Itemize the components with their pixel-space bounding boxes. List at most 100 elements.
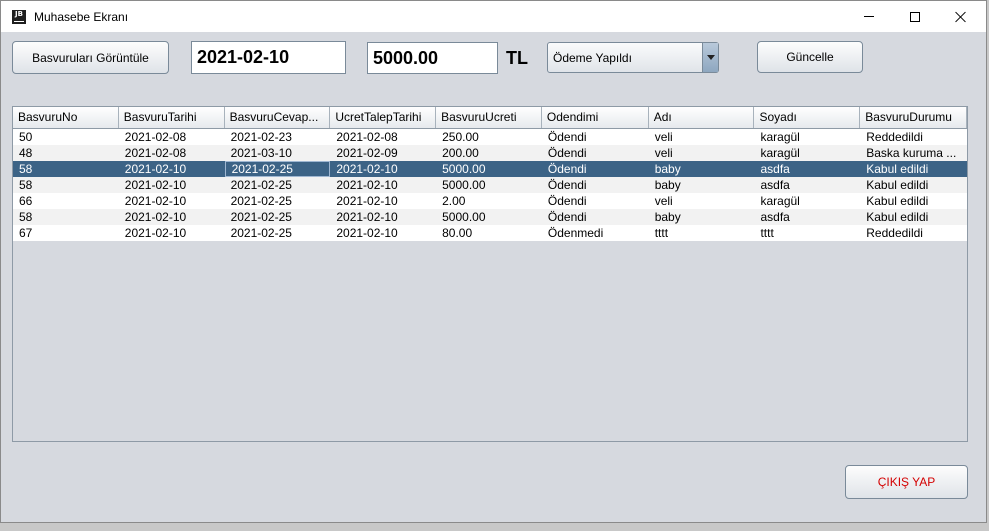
table-cell[interactable]: karagül	[754, 129, 860, 145]
dropdown-button[interactable]	[702, 43, 718, 72]
table-header: BasvuruNo BasvuruTarihi BasvuruCevap... Ucr…	[13, 107, 967, 129]
table-row[interactable]: 58 2021-02-10 2021-02-25 2021-02-10 5000.00 Ö…	[13, 161, 967, 177]
table-cell[interactable]: 2021-02-09	[330, 145, 436, 161]
column-header[interactable]: BasvuruUcreti	[436, 107, 542, 128]
table-cell[interactable]: Kabul edildi	[860, 177, 967, 193]
table-row[interactable]: 58 2021-02-10 2021-02-25 2021-02-10 5000.00 Ö…	[13, 209, 967, 225]
column-header[interactable]: Odendimi	[542, 107, 649, 128]
column-header[interactable]: UcretTalepTarihi	[330, 107, 437, 128]
table-cell[interactable]: 2021-02-10	[330, 225, 436, 241]
title-bar[interactable]: JB Muhasebe Ekranı	[1, 1, 986, 32]
table-cell[interactable]: Ödendi	[542, 209, 649, 225]
table-cell[interactable]: 2021-02-25	[224, 161, 331, 177]
table-cell[interactable]: Ödendi	[542, 145, 649, 161]
table-cell[interactable]: 2021-02-10	[119, 177, 225, 193]
table-cell[interactable]: veli	[649, 193, 755, 209]
column-header[interactable]: BasvuruCevap...	[225, 107, 331, 128]
table-cell[interactable]: tttt	[649, 225, 755, 241]
minimize-button[interactable]	[846, 1, 892, 32]
payment-status-select[interactable]: Ödeme Yapıldı	[547, 42, 719, 73]
window-title: Muhasebe Ekranı	[34, 10, 129, 24]
table-cell[interactable]: asdfa	[754, 177, 860, 193]
table-row[interactable]: 50 2021-02-08 2021-02-23 2021-02-08 250.00 Öd…	[13, 129, 967, 145]
column-header[interactable]: Soyadı	[754, 107, 861, 128]
table-cell[interactable]: tttt	[754, 225, 860, 241]
table-cell[interactable]: 2021-02-10	[330, 177, 436, 193]
amount-field[interactable]: 5000.00	[367, 42, 498, 74]
exit-button[interactable]: ÇIKIŞ YAP	[845, 465, 968, 499]
table-cell[interactable]: veli	[649, 145, 755, 161]
table-cell[interactable]: 58	[13, 177, 119, 193]
table-cell[interactable]: 58	[13, 161, 119, 177]
table-body: 50 2021-02-08 2021-02-23 2021-02-08 250.00 Öd…	[13, 129, 967, 241]
table-cell[interactable]: 2021-02-10	[119, 209, 225, 225]
table-cell[interactable]: 48	[13, 145, 119, 161]
table-cell[interactable]: 2021-02-23	[225, 129, 331, 145]
table-cell[interactable]: Ödenmedi	[542, 225, 649, 241]
close-button[interactable]	[938, 1, 984, 32]
table-cell[interactable]: baby	[649, 161, 755, 177]
table-cell[interactable]: 2021-02-10	[330, 193, 436, 209]
table-cell[interactable]: 2021-02-08	[330, 129, 436, 145]
table-cell[interactable]: 66	[13, 193, 119, 209]
view-applications-button[interactable]: Basvuruları Görüntüle	[12, 41, 169, 74]
table-cell[interactable]: 2021-02-25	[225, 177, 331, 193]
table-cell[interactable]: 250.00	[436, 129, 542, 145]
applications-table[interactable]: BasvuruNo BasvuruTarihi BasvuruCevap... Ucr…	[12, 106, 968, 442]
table-cell[interactable]: 2021-02-10	[119, 225, 225, 241]
table-cell[interactable]: Ödendi	[542, 129, 649, 145]
table-cell[interactable]: 5000.00	[436, 177, 542, 193]
table-cell[interactable]: 2021-02-10	[119, 193, 225, 209]
table-cell[interactable]: 67	[13, 225, 119, 241]
table-cell[interactable]: baby	[649, 177, 755, 193]
table-cell[interactable]: 2021-02-10	[119, 161, 225, 177]
table-cell[interactable]: 2021-02-25	[225, 193, 331, 209]
date-field[interactable]: 2021-02-10	[191, 41, 346, 74]
table-cell[interactable]: karagül	[754, 145, 860, 161]
table-cell[interactable]: 2021-02-10	[330, 209, 436, 225]
table-cell[interactable]: 5000.00	[436, 209, 542, 225]
close-icon	[955, 11, 967, 23]
column-header[interactable]: BasvuruTarihi	[119, 107, 225, 128]
chevron-down-icon	[706, 55, 715, 60]
table-cell[interactable]: Baska kuruma ...	[860, 145, 967, 161]
table-cell[interactable]: 2021-02-08	[119, 145, 225, 161]
column-header[interactable]: BasvuruDurumu	[860, 107, 967, 128]
table-cell[interactable]: karagül	[754, 193, 860, 209]
table-cell[interactable]: 2021-02-25	[225, 225, 331, 241]
column-header[interactable]: BasvuruNo	[13, 107, 119, 128]
table-cell[interactable]: 200.00	[436, 145, 542, 161]
table-cell[interactable]: Kabul edildi	[860, 161, 967, 177]
table-row[interactable]: 48 2021-02-08 2021-03-10 2021-02-09 200.00 Öd…	[13, 145, 967, 161]
table-row[interactable]: 58 2021-02-10 2021-02-25 2021-02-10 5000.00 Ö…	[13, 177, 967, 193]
column-header[interactable]: Adı	[649, 107, 755, 128]
table-cell[interactable]: veli	[649, 129, 755, 145]
table-cell[interactable]: 58	[13, 209, 119, 225]
table-cell[interactable]: Ödendi	[542, 177, 649, 193]
update-button[interactable]: Güncelle	[757, 41, 863, 73]
table-cell[interactable]: Kabul edildi	[860, 209, 967, 225]
table-cell[interactable]: 2021-02-08	[119, 129, 225, 145]
accounting-window: JB Muhasebe Ekranı Basvuruları Görüntüle…	[0, 0, 987, 523]
table-cell[interactable]: asdfa	[754, 209, 860, 225]
maximize-button[interactable]	[892, 1, 938, 32]
java-app-icon: JB	[12, 10, 26, 24]
table-cell[interactable]: 80.00	[436, 225, 542, 241]
table-cell[interactable]: Ödendi	[542, 193, 649, 209]
table-cell[interactable]: 50	[13, 129, 119, 145]
table-cell[interactable]: Kabul edildi	[860, 193, 967, 209]
table-cell[interactable]: 2.00	[436, 193, 542, 209]
table-cell[interactable]: baby	[649, 209, 755, 225]
maximize-icon	[910, 11, 920, 22]
table-cell[interactable]: Reddedildi	[860, 225, 967, 241]
table-cell[interactable]: asdfa	[754, 161, 860, 177]
table-cell[interactable]: Reddedildi	[860, 129, 967, 145]
table-cell[interactable]: 2021-02-25	[225, 209, 331, 225]
currency-label: TL	[506, 48, 528, 68]
table-cell[interactable]: 2021-02-10	[330, 161, 436, 177]
table-row[interactable]: 66 2021-02-10 2021-02-25 2021-02-10 2.00 Öden…	[13, 193, 967, 209]
table-cell[interactable]: Ödendi	[542, 161, 649, 177]
table-row[interactable]: 67 2021-02-10 2021-02-25 2021-02-10 80.00 Öde…	[13, 225, 967, 241]
table-cell[interactable]: 2021-03-10	[225, 145, 331, 161]
table-cell[interactable]: 5000.00	[436, 161, 542, 177]
